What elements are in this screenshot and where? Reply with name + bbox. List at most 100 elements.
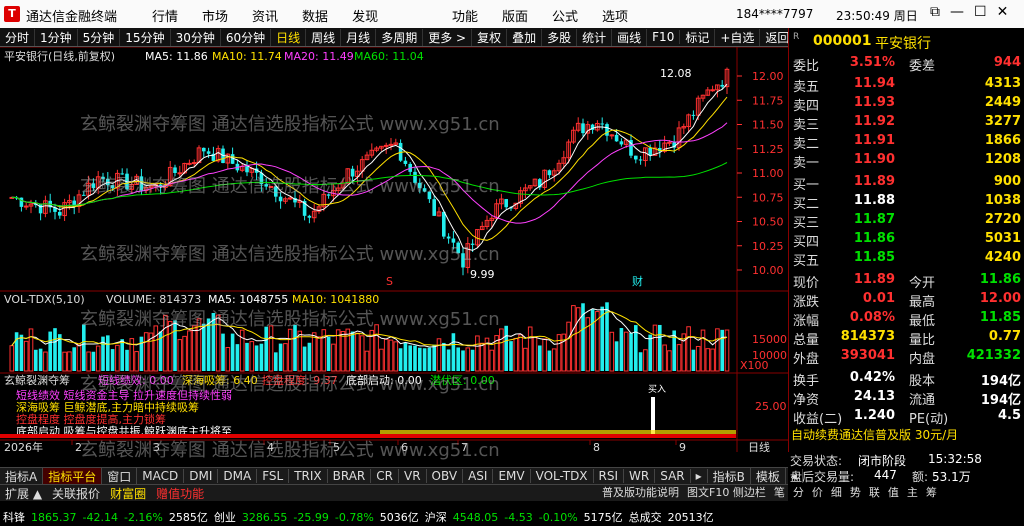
toolbar-item[interactable]: 复权 <box>472 28 508 46</box>
close-icon[interactable]: ✕ <box>997 4 1009 20</box>
toolbar-item[interactable]: 月线 <box>341 28 377 46</box>
volume-bar <box>619 328 624 371</box>
candle-body <box>451 238 456 243</box>
window-controls: ⧉ — ☐ ✕ <box>930 4 1008 20</box>
extension-tab[interactable]: 财富圈 <box>105 485 151 502</box>
menu-faxian[interactable]: 发现 <box>340 6 390 25</box>
indicator-tab[interactable]: 指标B <box>708 467 751 485</box>
menu-hangqing[interactable]: 行情 <box>140 6 190 25</box>
restore-icon[interactable]: ⧉ <box>930 4 940 20</box>
side-tool-button[interactable]: 图文F10 侧边栏 <box>683 484 770 500</box>
promo-text[interactable]: 自动续费通达信普及版 30元/月 <box>791 426 958 443</box>
toolbar-item[interactable]: 画线 <box>612 28 648 46</box>
candle-body <box>120 173 124 175</box>
toolbar-item[interactable]: 5分钟 <box>78 28 121 46</box>
indicator-tab[interactable]: OBV <box>427 469 464 483</box>
toolbar-item[interactable]: 统计 <box>577 28 613 46</box>
candle-body <box>91 183 96 189</box>
extension-tab[interactable]: 扩展 ▲ <box>0 485 47 502</box>
user-account[interactable]: 184****7797 <box>736 7 813 21</box>
indicator-tab[interactable]: 模板 <box>751 467 786 485</box>
indicator-tab[interactable]: ◂ <box>786 469 803 483</box>
side-tool-button[interactable]: 笔 <box>770 484 789 500</box>
indicator-tab[interactable]: WR <box>624 469 656 483</box>
volume-bar <box>106 335 110 371</box>
indicator-tab[interactable]: BRAR <box>328 469 372 483</box>
menu-shichang[interactable]: 市场 <box>190 6 240 25</box>
side-tool-button[interactable]: 主 <box>903 484 922 500</box>
side-tool-button[interactable]: 势 <box>846 484 865 500</box>
indicator-tab[interactable]: EMV <box>493 469 531 483</box>
toolbar-item[interactable]: 标记 <box>680 28 716 46</box>
menu-gongshi[interactable]: 公式 <box>540 6 590 25</box>
quote-stat-row: 总量 814373 量比 0.77 <box>793 329 1021 348</box>
status-item: -4.53 <box>504 510 533 524</box>
menu-shuju[interactable]: 数据 <box>290 6 340 25</box>
indicator-tab[interactable]: FSL <box>257 469 290 483</box>
extension-tab[interactable]: 赠值功能 <box>151 485 209 502</box>
maximize-icon[interactable]: ☐ <box>974 4 987 20</box>
side-tool-button[interactable]: 普及版功能说明 <box>598 484 683 500</box>
side-tool-button[interactable]: 联 <box>865 484 884 500</box>
indicator-tab[interactable]: 指标A <box>0 467 44 485</box>
side-tool-button[interactable]: 值 <box>884 484 903 500</box>
side-tool-button[interactable]: 筹 <box>922 484 941 500</box>
chart-area[interactable]: 12.00 11.75 11.50 11.25 11.00 10.75 10.50 10.25… <box>0 47 788 452</box>
toolbar-item[interactable]: 15分钟 <box>120 28 171 46</box>
menu-xuanxiang[interactable]: 选项 <box>590 6 640 25</box>
side-tool-button[interactable]: 价 <box>808 484 827 500</box>
candle-body <box>461 253 465 268</box>
candle-body <box>432 199 436 216</box>
indicator-tab[interactable]: MACD <box>137 469 185 483</box>
toolbar-item[interactable]: 多股 <box>542 28 578 46</box>
menu-banmian[interactable]: 版面 <box>490 6 540 25</box>
toolbar-item[interactable]: F10 <box>647 30 681 44</box>
order-price: 11.93 <box>853 95 895 110</box>
volume-bar <box>211 312 216 371</box>
toolbar-item[interactable]: 分时 <box>0 28 36 46</box>
toolbar-item[interactable]: 更多 > <box>423 28 473 46</box>
menu-zixun[interactable]: 资讯 <box>240 6 290 25</box>
indicator-tab[interactable]: VR <box>399 469 427 483</box>
price-tick-label: 10.75 <box>752 191 784 204</box>
volume-bar <box>326 336 331 371</box>
toolbar-item[interactable]: 叠加 <box>507 28 543 46</box>
indicator-tab[interactable]: DMA <box>218 469 258 483</box>
volume-bar <box>658 324 662 371</box>
toolbar-item[interactable]: 1分钟 <box>35 28 78 46</box>
indicator-tab[interactable]: DMI <box>184 469 219 483</box>
toolbar-item[interactable]: 30分钟 <box>171 28 221 46</box>
indicator-tab[interactable]: CR <box>371 469 399 483</box>
indicator-tab[interactable]: ASI <box>463 469 494 483</box>
indicator-tab[interactable]: TRIX <box>289 469 328 483</box>
indicator-tab[interactable]: VOL-TDX <box>531 469 594 483</box>
volume-bar <box>48 331 52 371</box>
ma60-label: MA60: 11.04 <box>354 50 424 63</box>
indicator-tab[interactable]: 窗口 <box>102 467 138 485</box>
candle-body <box>667 141 672 144</box>
price-tick-label: 11.75 <box>752 94 784 107</box>
menu-gongneng[interactable]: 功能 <box>440 6 490 25</box>
candle-body <box>202 147 206 152</box>
indicator-l5: 潜伏区: 0.00 <box>430 373 495 387</box>
indicator-tab[interactable]: ▸ <box>691 469 708 483</box>
side-tool-button[interactable]: 分 <box>789 484 808 500</box>
order-price: 11.88 <box>853 193 895 208</box>
toolbar-item[interactable]: 日线 <box>271 28 307 46</box>
extension-tab[interactable]: 关联报价 <box>47 485 105 502</box>
indicator-tab[interactable]: SAR <box>655 469 691 483</box>
candle-body <box>307 215 312 218</box>
toolbar-item[interactable]: 60分钟 <box>221 28 272 46</box>
volume-bar <box>307 342 312 371</box>
indicator-tab[interactable]: 指标平台 <box>43 467 103 485</box>
minimize-icon[interactable]: — <box>950 4 964 20</box>
toolbar-item[interactable]: 多周期 <box>376 28 424 46</box>
year-label: 2026年 <box>4 440 43 452</box>
toolbar-item[interactable]: +自选 <box>715 28 761 46</box>
signal-s-marker: S <box>386 275 393 288</box>
status-item: 1865.37 <box>31 510 77 524</box>
toolbar-item[interactable]: 周线 <box>306 28 342 46</box>
side-tool-button[interactable]: 细 <box>827 484 846 500</box>
indicator-tab[interactable]: RSI <box>594 469 625 483</box>
order-volume: 1038 <box>984 193 1021 208</box>
